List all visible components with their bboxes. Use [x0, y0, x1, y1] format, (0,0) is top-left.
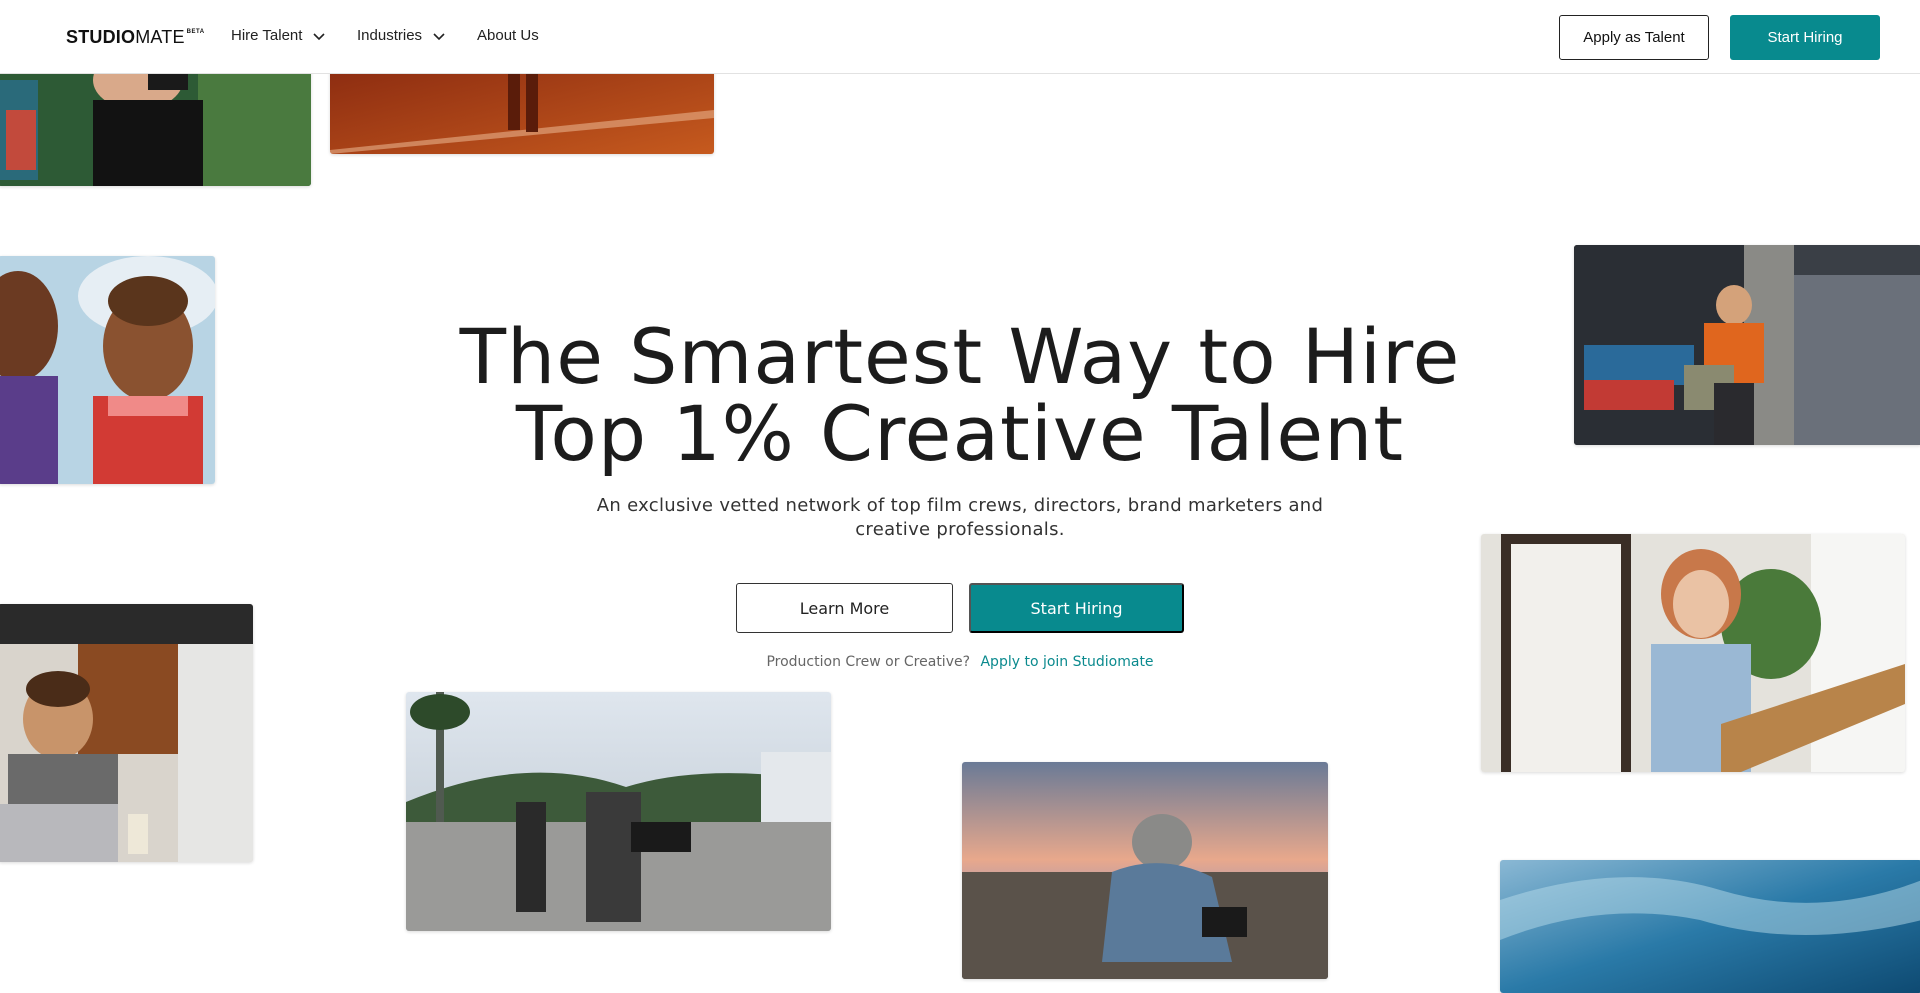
logo-light-text: MATE	[135, 27, 185, 47]
photo-orange-stage	[330, 60, 714, 154]
hero-subtitle-line1: An exclusive vetted network of top film …	[596, 495, 1324, 516]
hero-title: The Smartest Way to Hire Top 1% Creative…	[330, 318, 1590, 472]
photo-man-with-camera-gear	[0, 60, 311, 186]
chevron-down-icon	[313, 32, 326, 40]
photo-lego-figures	[0, 256, 215, 484]
apply-to-join-link[interactable]: Apply to join Studiomate	[980, 654, 1153, 670]
photo-ocean-wave	[1500, 860, 1920, 993]
photo-photographer-beach-sunset	[962, 762, 1328, 979]
nav-hire-talent-label: Hire Talent	[231, 27, 303, 44]
hero-subtitle-line2: creative professionals.	[855, 519, 1065, 540]
photo-camera-operator-street	[406, 692, 831, 931]
logo-bold-text: STUDIO	[66, 27, 136, 47]
nav-about-us-label: About Us	[477, 27, 539, 44]
photo-man-with-laptop	[0, 604, 253, 862]
photo-smiling-woman-cafe	[1481, 534, 1905, 772]
hero-title-line1: The Smartest Way to Hire	[459, 312, 1461, 401]
hero-title-line2: Top 1% Creative Talent	[515, 389, 1405, 478]
start-hiring-nav-button[interactable]: Start Hiring	[1730, 15, 1880, 60]
top-navigation: STUDIOMATE BETA Hire Talent Industries Ab…	[0, 0, 1920, 74]
beta-badge: BETA	[186, 29, 205, 35]
apply-prompt-text: Production Crew or Creative?	[766, 654, 971, 670]
studiomate-logo[interactable]: STUDIOMATE BETA	[66, 27, 205, 48]
photo-woman-garage-truck	[1574, 245, 1920, 445]
nav-hire-talent[interactable]: Hire Talent	[231, 27, 326, 44]
chevron-down-icon	[433, 32, 445, 40]
start-hiring-hero-button[interactable]: Start Hiring	[969, 583, 1184, 633]
apply-as-talent-button[interactable]: Apply as Talent	[1559, 15, 1709, 60]
learn-more-button[interactable]: Learn More	[736, 583, 953, 633]
nav-industries[interactable]: Industries	[357, 27, 446, 44]
apply-callout: Production Crew or Creative? Apply to jo…	[600, 654, 1320, 670]
hero-subtitle: An exclusive vetted network of top film …	[560, 494, 1360, 542]
nav-industries-label: Industries	[357, 27, 423, 44]
nav-about-us[interactable]: About Us	[477, 27, 539, 44]
